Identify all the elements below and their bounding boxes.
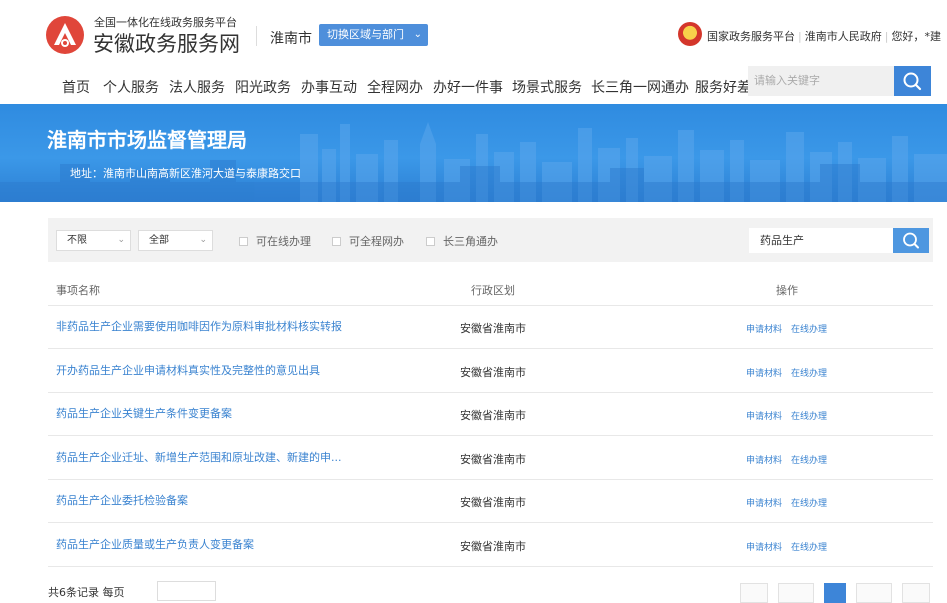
item-region: 安徽省淮南市 <box>460 322 526 335</box>
apply-materials-link[interactable]: 申请材料 <box>746 366 782 379</box>
item-region: 安徽省淮南市 <box>460 366 526 379</box>
site-header: 全国一体化在线政务服务平台 安徽政务服务网 淮南市 切换区域与部门 ⌄ 国家政务… <box>0 0 947 66</box>
chevron-down-icon: ⌄ <box>117 235 125 245</box>
link-city-government[interactable]: 淮南市人民政府 <box>805 30 882 43</box>
nav-item-interaction[interactable]: 办事互动 <box>301 77 357 97</box>
online-processing-link[interactable]: 在线办理 <box>791 409 827 422</box>
table-row: 药品生产企业质量或生产负责人变更备案 安徽省淮南市 申请材料 在线办理 <box>48 524 933 567</box>
checkbox-label: 可在线办理 <box>256 235 311 248</box>
site-search-button[interactable] <box>894 66 931 96</box>
nav-item-service-rating[interactable]: 服务好差 <box>695 77 751 97</box>
online-processing-link[interactable]: 在线办理 <box>791 496 827 509</box>
national-emblem-icon <box>678 22 702 46</box>
department-address: 地址：淮南市山南高新区淮河大道与泰康路交口 <box>70 167 301 180</box>
pagination-next-button[interactable] <box>856 583 892 603</box>
switch-region-button[interactable]: 切换区域与部门 ⌄ <box>319 24 428 46</box>
site-search-input[interactable]: 请输入关键字 <box>748 66 894 96</box>
chevron-down-icon: ⌄ <box>413 29 422 40</box>
nav-item-open-government[interactable]: 阳光政务 <box>235 77 291 97</box>
column-header-name: 事项名称 <box>56 284 100 297</box>
current-region: 淮南市 <box>270 31 312 47</box>
link-national-platform[interactable]: 国家政务服务平台 <box>707 30 795 43</box>
anhui-logo-icon[interactable] <box>46 16 84 54</box>
online-processing-link[interactable]: 在线办理 <box>791 322 827 335</box>
item-region: 安徽省淮南市 <box>460 453 526 466</box>
filter-bar: 不限 ⌄ 全部 ⌄ 可在线办理 可全程网办 长三角通办 药品生产 <box>48 218 933 262</box>
nav-item-personal[interactable]: 个人服务 <box>103 77 159 97</box>
filter-select-category[interactable]: 全部 ⌄ <box>138 230 213 251</box>
nav-item-one-thing[interactable]: 办好一件事 <box>433 77 503 97</box>
nav-item-home[interactable]: 首页 <box>62 77 90 97</box>
page-size-select[interactable] <box>157 581 216 601</box>
filter-select-scope-value: 不限 <box>67 235 87 246</box>
item-name-link[interactable]: 药品生产企业质量或生产负责人变更备案 <box>56 536 254 552</box>
checkbox-online-processing[interactable]: 可在线办理 <box>239 233 311 249</box>
top-links: 国家政务服务平台 | 淮南市人民政府 | 您好，*建 <box>707 28 941 44</box>
pagination-first-button[interactable] <box>740 583 768 603</box>
column-header-actions: 操作 <box>776 284 798 297</box>
department-title: 淮南市市场监督管理局 <box>47 128 247 152</box>
apply-materials-link[interactable]: 申请材料 <box>746 322 782 335</box>
link-separator: | <box>798 30 802 43</box>
online-processing-link[interactable]: 在线办理 <box>791 366 827 379</box>
column-header-region: 行政区划 <box>471 284 515 297</box>
search-icon <box>903 72 922 91</box>
platform-title[interactable]: 安徽政务服务网 <box>93 28 240 58</box>
greeting-text: 您好， <box>891 30 925 43</box>
online-processing-link[interactable]: 在线办理 <box>791 540 827 553</box>
checkbox-yangtze-delta[interactable]: 长三角通办 <box>426 233 498 249</box>
item-region: 安徽省淮南市 <box>460 540 526 553</box>
table-row: 药品生产企业迁址、新增生产范围和原址改建、新建的申... 安徽省淮南市 申请材料… <box>48 437 933 480</box>
apply-materials-link[interactable]: 申请材料 <box>746 496 782 509</box>
nav-item-corporate[interactable]: 法人服务 <box>169 77 225 97</box>
nav-item-full-online[interactable]: 全程网办 <box>367 77 423 97</box>
checkbox-full-online[interactable]: 可全程网办 <box>332 233 404 249</box>
checkbox-label: 长三角通办 <box>443 235 498 248</box>
keyword-search-button[interactable] <box>893 228 929 253</box>
checkbox-box[interactable] <box>239 237 248 246</box>
apply-materials-link[interactable]: 申请材料 <box>746 453 782 466</box>
city-skyline-illustration <box>0 122 947 202</box>
pagination-last-button[interactable] <box>902 583 930 603</box>
pagination-page-current[interactable] <box>824 583 846 603</box>
item-name-link[interactable]: 药品生产企业关键生产条件变更备案 <box>56 405 232 421</box>
header-divider <box>256 26 257 46</box>
checkbox-box[interactable] <box>426 237 435 246</box>
table-row: 开办药品生产企业申请材料真实性及完整性的意见出具 安徽省淮南市 申请材料 在线办… <box>48 350 933 393</box>
item-region: 安徽省淮南市 <box>460 496 526 509</box>
nav-item-yangtze-delta[interactable]: 长三角一网通办 <box>591 77 689 97</box>
apply-materials-link[interactable]: 申请材料 <box>746 540 782 553</box>
pagination-prev-button[interactable] <box>778 583 814 603</box>
chevron-down-icon: ⌄ <box>199 235 207 245</box>
table-header: 事项名称 行政区划 操作 <box>48 270 933 306</box>
item-name-link[interactable]: 开办药品生产企业申请材料真实性及完整性的意见出具 <box>56 362 320 378</box>
table-row: 药品生产企业委托检验备案 安徽省淮南市 申请材料 在线办理 <box>48 480 933 523</box>
keyword-input[interactable]: 药品生产 <box>749 228 893 253</box>
search-icon <box>903 232 919 249</box>
table-row: 非药品生产企业需要使用咖啡因作为原料审批材料核实转报 安徽省淮南市 申请材料 在… <box>48 306 933 349</box>
item-name-link[interactable]: 药品生产企业迁址、新增生产范围和原址改建、新建的申... <box>56 449 342 465</box>
department-banner: 淮南市市场监督管理局 地址：淮南市山南高新区淮河大道与泰康路交口 <box>0 104 947 202</box>
online-processing-link[interactable]: 在线办理 <box>791 453 827 466</box>
link-separator: | <box>884 30 889 43</box>
filter-select-scope[interactable]: 不限 ⌄ <box>56 230 131 251</box>
item-name-link[interactable]: 非药品生产企业需要使用咖啡因作为原料审批材料核实转报 <box>56 318 342 334</box>
switch-region-label: 切换区域与部门 <box>327 28 404 41</box>
pagination-summary: 共6条记录 每页 <box>48 586 125 599</box>
user-name[interactable]: *建 <box>924 30 941 43</box>
apply-materials-link[interactable]: 申请材料 <box>746 409 782 422</box>
item-name-link[interactable]: 药品生产企业委托检验备案 <box>56 492 188 508</box>
checkbox-box[interactable] <box>332 237 341 246</box>
checkbox-label: 可全程网办 <box>349 235 404 248</box>
filter-select-category-value: 全部 <box>149 235 169 246</box>
nav-item-scenario[interactable]: 场景式服务 <box>512 77 582 97</box>
item-region: 安徽省淮南市 <box>460 409 526 422</box>
table-row: 药品生产企业关键生产条件变更备案 安徽省淮南市 申请材料 在线办理 <box>48 393 933 436</box>
